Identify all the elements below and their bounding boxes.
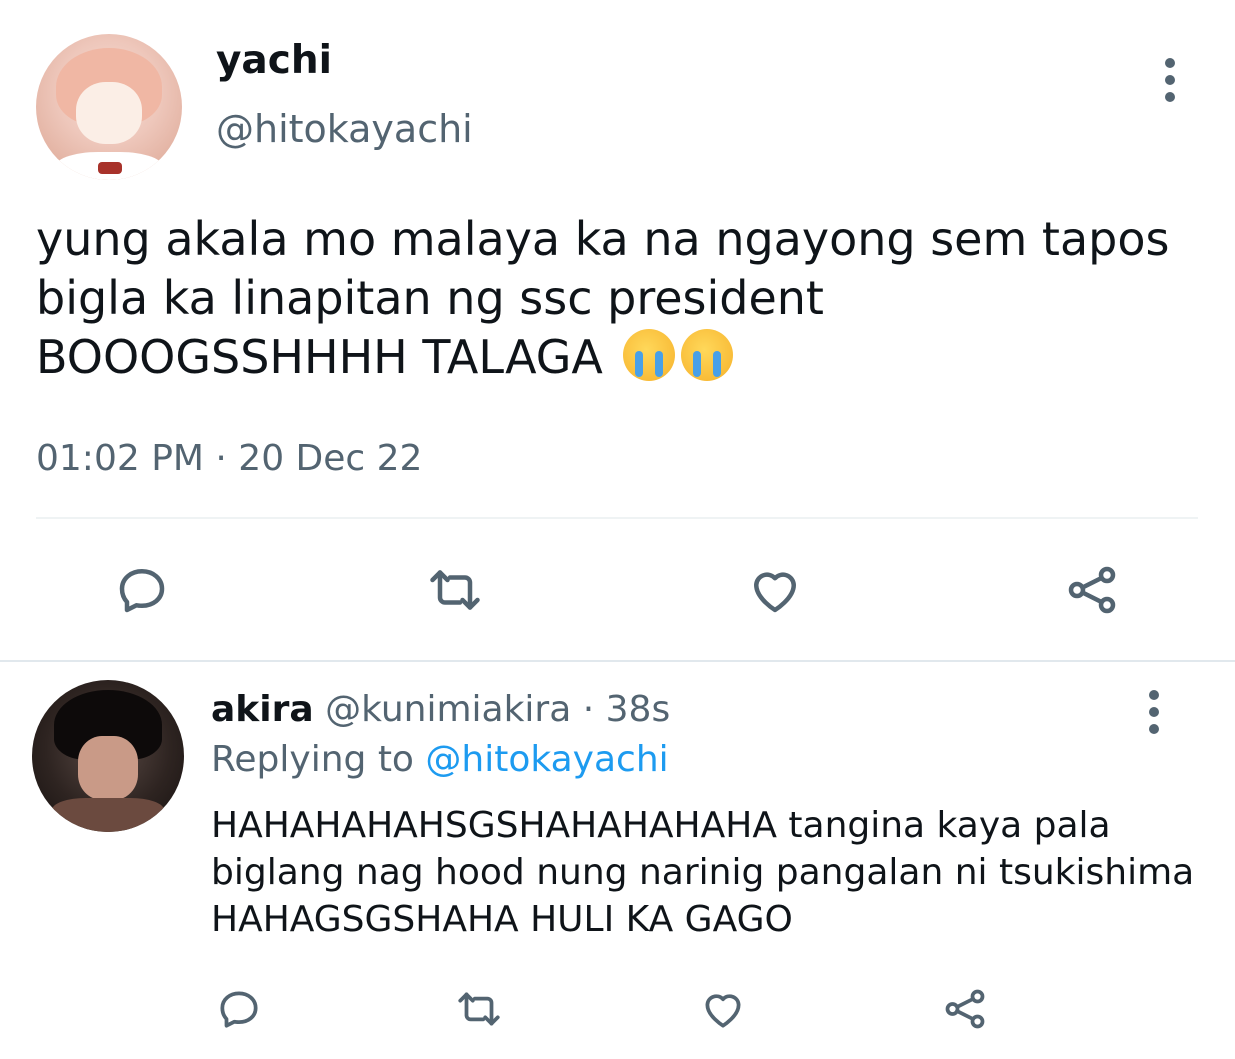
more-options-icon[interactable] [1164, 58, 1176, 102]
tweet-text: yung akala mo malaya ka na ngayong sem t… [36, 210, 1196, 387]
reply-avatar[interactable] [32, 680, 184, 832]
reply-handle[interactable]: @kunimiakira [325, 689, 571, 730]
avatar-face [78, 736, 138, 800]
user-avatar[interactable] [36, 34, 182, 180]
reply-header: akira @kunimiakira · 38s [211, 687, 670, 733]
tweet-separator [0, 660, 1235, 662]
reply-icon[interactable] [112, 560, 172, 620]
avatar-face [76, 82, 142, 144]
avatar-scarf [52, 798, 164, 832]
reply-text: HAHAHAHAHSGSHAHAHAHAHA tangina kaya pala… [211, 805, 1195, 940]
replying-to: Replying to @hitokayachi [211, 737, 669, 783]
display-name[interactable]: yachi [216, 38, 332, 84]
tweet-body: yung akala mo malaya ka na ngayong sem t… [36, 212, 1170, 384]
retweet-icon[interactable] [425, 560, 485, 620]
share-icon[interactable] [940, 984, 990, 1034]
like-icon[interactable] [745, 560, 805, 620]
tweet-timestamp[interactable]: 01:02 PM · 20 Dec 22 [36, 436, 422, 482]
crying-face-emoji-icon [623, 329, 676, 381]
divider [36, 517, 1198, 519]
retweet-icon[interactable] [454, 984, 504, 1034]
reply-display-name[interactable]: akira [211, 689, 314, 730]
reply-icon[interactable] [214, 984, 264, 1034]
replying-to-label: Replying to [211, 739, 414, 780]
like-icon[interactable] [698, 984, 748, 1034]
replying-to-mention[interactable]: @hitokayachi [425, 739, 668, 780]
share-icon[interactable] [1062, 560, 1122, 620]
more-options-icon[interactable] [1148, 690, 1160, 734]
crying-face-emoji-icon [681, 329, 734, 381]
user-handle[interactable]: @hitokayachi [216, 106, 473, 152]
reply-age[interactable]: · 38s [583, 689, 670, 730]
avatar-bow [98, 162, 122, 174]
